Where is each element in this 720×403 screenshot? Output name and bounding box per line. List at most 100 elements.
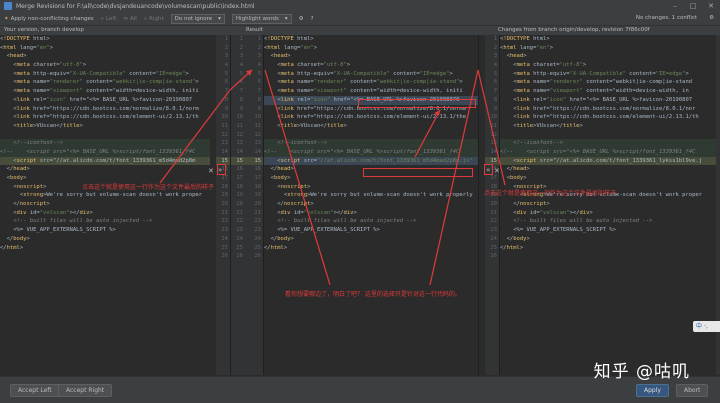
apply-nonconflicting-button[interactable]: ✦ Apply non-conflicting changes: [4, 16, 94, 22]
code-line[interactable]: <!-- built files will be auto injected -…: [0, 217, 210, 226]
code-line[interactable]: <noscript>: [264, 183, 478, 192]
settings-button[interactable]: ⚙: [299, 16, 304, 22]
code-line[interactable]: <!-- built files will be auto injected -…: [500, 217, 716, 226]
code-line[interactable]: <meta http-equiv="X-UA-Compatible" conte…: [0, 70, 210, 79]
code-line[interactable]: <div id="volscan"></div>: [264, 209, 478, 218]
code-line[interactable]: [264, 252, 478, 261]
result-line-numbers-right: 1 2 3 4 5 6 7 8 9 10 11 12 13 14 15 16 17 18 19 20 21 22 23 24 2…: [245, 35, 263, 375]
code-line[interactable]: <!-- <script src="<%= BASE_URL %>script/…: [264, 147, 478, 157]
code-line[interactable]: <title>VUscan</title>: [500, 122, 716, 131]
code-line[interactable]: <link href="https://cdn.bootcss.com/elem…: [264, 113, 478, 122]
code-line[interactable]: <meta name="renderer" content="webkit|ie…: [264, 78, 478, 87]
code-line[interactable]: <!DOCTYPE html>: [0, 35, 210, 44]
right-code-pane[interactable]: <!DOCTYPE html> <html lang="en"> <head> <…: [500, 35, 716, 375]
code-line[interactable]: <meta charset="utf-8">: [264, 61, 478, 70]
code-line[interactable]: <head>: [0, 52, 210, 61]
line-number: 25: [490, 244, 497, 251]
line-number: 18: [236, 183, 243, 190]
code-line[interactable]: [0, 252, 210, 261]
left-code-pane[interactable]: <!DOCTYPE html> <html lang="en"> <head> <…: [0, 35, 210, 375]
code-line[interactable]: <%= VUE_APP_EXTERNALS_SCRIPT %>: [264, 226, 478, 235]
close-button[interactable]: ✕: [706, 2, 716, 10]
code-line[interactable]: <!DOCTYPE html>: [500, 35, 716, 44]
code-line[interactable]: <link rel="icon" href="<%= BASE_URL %>fa…: [0, 96, 210, 105]
code-line[interactable]: <link href="https://cdn.bootcss.com/elem…: [0, 113, 210, 122]
result-code-pane[interactable]: <!DOCTYPE html> <html lang="en"> <head> <…: [264, 35, 478, 375]
code-line[interactable]: <!--iconfont-->: [500, 139, 716, 148]
code-line[interactable]: <!DOCTYPE html>: [264, 35, 478, 44]
code-line[interactable]: <html lang="en">: [0, 44, 210, 53]
code-line[interactable]: <html lang="en">: [264, 44, 478, 53]
double-right-arrow-icon: »: [143, 15, 148, 22]
code-line[interactable]: </html>: [500, 244, 716, 253]
minimize-button[interactable]: –: [670, 2, 680, 10]
code-line[interactable]: <meta http-equiv="X-UA-Compatible" conte…: [500, 70, 716, 79]
code-line[interactable]: </body>: [0, 235, 210, 244]
code-line[interactable]: <div id="volscan"></div>: [500, 209, 716, 218]
code-line[interactable]: <strong>We're sorry but volume-scan does…: [0, 191, 210, 200]
line-number: 18: [254, 183, 261, 190]
apply-right-button[interactable]: » Right: [144, 16, 164, 22]
code-line[interactable]: <!--iconfont-->: [264, 139, 478, 148]
line-number: 14: [490, 148, 497, 155]
code-line[interactable]: [0, 131, 210, 140]
ignore-right-change-icon[interactable]: ✕: [494, 167, 500, 175]
code-line[interactable]: <link href="https://cdn.bootcss.com/elem…: [500, 113, 716, 122]
apply-all-button[interactable]: ⇔ All: [123, 16, 136, 22]
code-line[interactable]: </html>: [264, 244, 478, 253]
apply-left-button[interactable]: « Left: [101, 16, 117, 22]
code-line[interactable]: <script src="//at.alicdn.com/t/font_1339…: [500, 156, 716, 166]
code-line[interactable]: <body>: [500, 174, 716, 183]
code-line[interactable]: <script src="//at.alicdn.com/t/font_1339…: [0, 156, 210, 166]
code-line[interactable]: <%= VUE_APP_EXTERNALS_SCRIPT %>: [0, 226, 210, 235]
code-line[interactable]: <meta http-equiv="X-UA-Compatible" conte…: [264, 70, 478, 79]
code-line[interactable]: <%= VUE_APP_EXTERNALS_SCRIPT %>: [500, 226, 716, 235]
code-line[interactable]: </noscript>: [0, 200, 210, 209]
code-line[interactable]: <!--iconfont-->: [0, 139, 210, 148]
code-line[interactable]: </body>: [264, 235, 478, 244]
code-line[interactable]: </head>: [500, 165, 716, 174]
code-line[interactable]: <html lang="en">: [500, 44, 716, 53]
settings-icon[interactable]: ⚙: [709, 15, 714, 21]
code-line[interactable]: <head>: [264, 52, 478, 61]
highlight-mode-select[interactable]: Highlight words ▾: [231, 13, 292, 24]
code-line[interactable]: <!-- <script src="<%= BASE_URL %>script/…: [500, 147, 716, 157]
code-line[interactable]: <meta name="renderer" content="webkit|ie…: [0, 78, 210, 87]
code-line[interactable]: <div id="volscan"></div>: [0, 209, 210, 218]
code-line[interactable]: [500, 131, 716, 140]
code-line[interactable]: <meta charset="utf-8">: [0, 61, 210, 70]
ignore-left-change-icon[interactable]: ✕: [208, 167, 214, 175]
code-line[interactable]: </body>: [500, 235, 716, 244]
code-line[interactable]: <head>: [500, 52, 716, 61]
code-line[interactable]: <title>VUscan</title>: [264, 122, 478, 131]
code-line[interactable]: </head>: [0, 165, 210, 174]
code-line[interactable]: <script src="//at.alicdn.com/t/font_1339…: [264, 156, 478, 166]
ime-badge[interactable]: 中 ·,: [693, 321, 720, 332]
code-line[interactable]: <title>VUscan</title>: [0, 122, 210, 131]
code-line[interactable]: </noscript>: [500, 200, 716, 209]
line-number: 2: [493, 44, 497, 51]
code-line[interactable]: <strong>We're sorry but volume-scan does…: [264, 191, 478, 200]
apply-button[interactable]: Apply: [636, 384, 669, 397]
code-line[interactable]: [264, 131, 478, 140]
code-line[interactable]: <link rel="icon" href="<%= BASE_URL %>fa…: [500, 96, 716, 105]
code-line[interactable]: <meta name="viewport" content="width=dev…: [264, 87, 478, 96]
accept-right-button[interactable]: Accept Right: [58, 384, 113, 397]
code-line[interactable]: <!-- <script src="<%= BASE_URL %>script/…: [0, 147, 210, 157]
code-line[interactable]: [500, 252, 716, 261]
code-line[interactable]: <link href="https://cdn.bootcss.com/norm…: [500, 105, 716, 114]
code-line[interactable]: <!-- built files will be auto injected -…: [264, 217, 478, 226]
code-line[interactable]: </html>: [0, 244, 210, 253]
ignore-whitespace-select[interactable]: Do not ignore ▾: [170, 13, 225, 24]
maximize-button[interactable]: □: [688, 2, 698, 10]
code-line[interactable]: </noscript>: [264, 200, 478, 209]
abort-button[interactable]: Abort: [676, 384, 709, 397]
code-line[interactable]: <meta name="renderer" content="webkit|ie…: [500, 78, 716, 87]
code-line[interactable]: <meta name="viewport" content="width=dev…: [0, 87, 210, 96]
line-number: 11: [254, 122, 261, 129]
accept-left-button[interactable]: Accept Left: [10, 384, 60, 397]
code-line[interactable]: <meta charset="utf-8">: [500, 61, 716, 70]
code-line[interactable]: <meta name="viewport" content="width=dev…: [500, 87, 716, 96]
code-line[interactable]: <link href="https://cdn.bootcss.com/norm…: [0, 105, 210, 114]
help-button[interactable]: ?: [311, 16, 314, 22]
